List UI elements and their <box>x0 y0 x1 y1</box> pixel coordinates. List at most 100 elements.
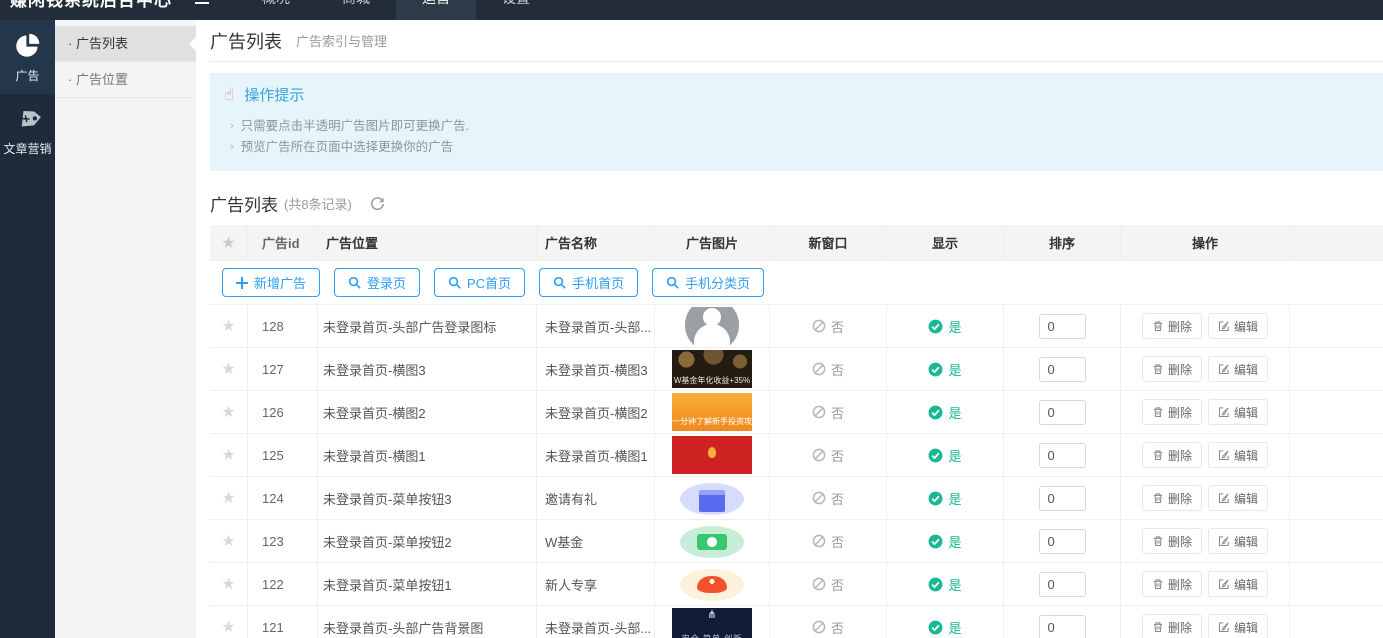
delete-button[interactable]: 删除 <box>1142 614 1202 638</box>
star-icon[interactable]: ★ <box>221 359 235 379</box>
sort-input[interactable] <box>1039 486 1086 511</box>
ad-image-cell <box>655 305 770 347</box>
ad-id: 121 <box>248 606 318 638</box>
table-row: ★ 123 未登录首页-菜单按钮2 W基金 否 是 删除 <box>210 520 1383 563</box>
visible-value: 是 <box>948 575 961 594</box>
sort-input[interactable] <box>1039 572 1086 597</box>
ad-image-cell: W基金年化收益+35% <box>655 348 770 390</box>
ad-image-thumbnail[interactable] <box>672 436 752 474</box>
star-icon[interactable]: ★ <box>221 402 235 422</box>
new-window-cell: 否 <box>770 348 887 390</box>
prohibit-icon <box>812 491 826 505</box>
delete-label: 删除 <box>1168 533 1192 550</box>
ad-image-thumbnail[interactable] <box>672 307 752 345</box>
sort-cell <box>1004 434 1121 476</box>
star-icon[interactable]: ★ <box>221 531 235 551</box>
table-row: ★ 121 未登录首页-头部广告背景图 未登录首页-头部... 安全 简单 创新… <box>210 606 1383 638</box>
delete-button[interactable]: 删除 <box>1142 356 1202 382</box>
edit-button[interactable]: 编辑 <box>1208 442 1268 468</box>
delete-label: 删除 <box>1168 447 1192 464</box>
add-ad-button[interactable]: 新增广告 <box>222 268 320 297</box>
edit-button[interactable]: 编辑 <box>1208 614 1268 638</box>
sort-input[interactable] <box>1039 529 1086 554</box>
top-menu-item-2[interactable]: 商城 <box>316 0 396 20</box>
star-icon[interactable]: ★ <box>221 617 235 637</box>
new-window-value: 否 <box>831 532 844 551</box>
check-circle-icon <box>928 405 943 420</box>
new-window-value: 否 <box>831 360 844 379</box>
visible-cell: 是 <box>887 434 1004 476</box>
rail-item-article-marketing[interactable]: 文章营销 <box>0 94 55 167</box>
delete-button[interactable]: 删除 <box>1142 399 1202 425</box>
ad-image-caption: W基金年化收益+35% <box>672 377 752 386</box>
filter-login-page-button[interactable]: 登录页 <box>334 268 420 297</box>
star-icon[interactable]: ★ <box>221 316 235 336</box>
edit-label: 编辑 <box>1234 619 1258 636</box>
rail-item-label: 广告 <box>0 67 55 84</box>
delete-button[interactable]: 删除 <box>1142 485 1202 511</box>
visible-cell: 是 <box>887 606 1004 638</box>
sort-input[interactable] <box>1039 615 1086 638</box>
check-circle-icon <box>928 491 943 506</box>
sidebar-item-ad-list[interactable]: · 广告列表 <box>55 26 196 62</box>
sort-input[interactable] <box>1039 357 1086 382</box>
ad-name: 未登录首页-横图3 <box>537 348 655 390</box>
delete-button[interactable]: 删除 <box>1142 571 1202 597</box>
filter-pc-home-button[interactable]: PC首页 <box>434 268 525 297</box>
ad-image-thumbnail[interactable]: 一分钟了解新手投资攻略 <box>672 393 752 431</box>
rail-item-ads[interactable]: 广告 <box>0 20 55 94</box>
ads-table: ★ 广告id 广告位置 广告名称 广告图片 新窗口 显示 排序 操作 新增广告 … <box>210 225 1383 638</box>
page-header: 广告列表 广告索引与管理 <box>210 20 1383 62</box>
table-row: ★ 125 未登录首页-横图1 未登录首页-横图1 否 是 删 <box>210 434 1383 477</box>
sort-cell <box>1004 520 1121 562</box>
star-icon[interactable]: ★ <box>221 574 235 594</box>
edit-button[interactable]: 编辑 <box>1208 528 1268 554</box>
actions-cell: 删除 编辑 <box>1121 606 1290 638</box>
sort-input[interactable] <box>1039 400 1086 425</box>
edit-button[interactable]: 编辑 <box>1208 571 1268 597</box>
add-ad-label: 新增广告 <box>254 273 306 292</box>
ad-image-thumbnail[interactable] <box>672 565 752 603</box>
ad-name: 邀请有礼 <box>537 477 655 519</box>
secondary-sidebar: · 广告列表 · 广告位置 <box>55 20 196 638</box>
menu-icon[interactable] <box>194 0 210 5</box>
edit-button[interactable]: 编辑 <box>1208 485 1268 511</box>
visible-cell: 是 <box>887 477 1004 519</box>
ad-name: W基金 <box>537 520 655 562</box>
sort-input[interactable] <box>1039 443 1086 468</box>
ad-image-thumbnail[interactable] <box>672 522 752 560</box>
top-menu-item-4[interactable]: 设置 <box>476 0 556 20</box>
star-icon[interactable]: ★ <box>221 488 235 508</box>
delete-label: 删除 <box>1168 361 1192 378</box>
new-window-value: 否 <box>831 317 844 336</box>
prohibit-icon <box>812 362 826 376</box>
new-window-cell: 否 <box>770 477 887 519</box>
sidebar-item-ad-position[interactable]: · 广告位置 <box>55 62 196 98</box>
ad-image-thumbnail[interactable]: 安全 简单 创新 <box>672 608 752 638</box>
operation-tips-panel: ☝ 操作提示 ›只需要点击半透明广告图片即可更换广告. ›预览广告所在页面中选择… <box>210 73 1383 171</box>
refresh-icon[interactable] <box>370 196 385 211</box>
ad-image-thumbnail[interactable] <box>672 479 752 517</box>
check-circle-icon <box>928 319 943 334</box>
top-menu-item-3-active[interactable]: 运营 <box>396 0 476 20</box>
delete-button[interactable]: 删除 <box>1142 528 1202 554</box>
delete-button[interactable]: 删除 <box>1142 442 1202 468</box>
empty-cell <box>1290 520 1383 562</box>
filter-mobile-category-button[interactable]: 手机分类页 <box>652 268 764 297</box>
edit-button[interactable]: 编辑 <box>1208 356 1268 382</box>
table-row: ★ 122 未登录首页-菜单按钮1 新人专享 否 是 删除 <box>210 563 1383 606</box>
star-icon[interactable]: ★ <box>221 445 235 465</box>
delete-button[interactable]: 删除 <box>1142 313 1202 339</box>
top-menu-item-1[interactable]: 概况 <box>236 0 316 20</box>
ad-position: 未登录首页-横图1 <box>318 434 537 476</box>
sort-input[interactable] <box>1039 314 1086 339</box>
filter-mobile-home-button[interactable]: 手机首页 <box>539 268 638 297</box>
ad-position: 未登录首页-菜单按钮2 <box>318 520 537 562</box>
edit-label: 编辑 <box>1234 490 1258 507</box>
row-star-cell: ★ <box>210 563 248 605</box>
visible-cell: 是 <box>887 520 1004 562</box>
ad-image-thumbnail[interactable]: W基金年化收益+35% <box>672 350 752 388</box>
sidebar-item-label: 广告位置 <box>76 72 128 87</box>
edit-button[interactable]: 编辑 <box>1208 399 1268 425</box>
edit-button[interactable]: 编辑 <box>1208 313 1268 339</box>
